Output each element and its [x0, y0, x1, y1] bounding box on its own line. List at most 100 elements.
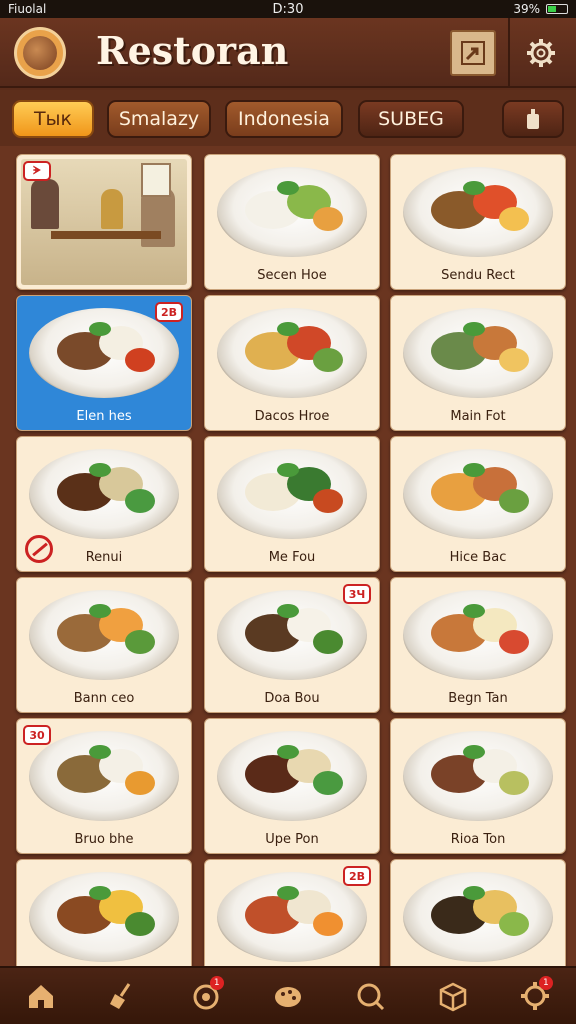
- menu-card[interactable]: Begn Tan: [390, 577, 566, 713]
- food-item: [463, 604, 485, 618]
- notification-dot: 1: [538, 976, 553, 990]
- header-divider: [508, 18, 510, 88]
- tab-more[interactable]: [502, 100, 564, 138]
- battery-icon: [546, 4, 568, 14]
- dish-name: Begn Tan: [448, 691, 508, 706]
- menu-card[interactable]: Hice Bac: [390, 436, 566, 572]
- food-plate: [403, 449, 553, 539]
- food-item: [313, 630, 343, 654]
- clock: D:30: [272, 1, 304, 17]
- dish-name: Bruo bhe: [74, 832, 134, 847]
- menu-grid: ᗘ Secen Hoe Sendu Rect 2B Elen hes Dacos Hroe…: [0, 146, 576, 966]
- nav-search-button[interactable]: [348, 974, 392, 1018]
- tab-0[interactable]: Tык: [12, 100, 94, 138]
- menu-card[interactable]: Main Fot: [390, 295, 566, 431]
- food-item: [499, 912, 529, 936]
- bottom-nav: 11: [0, 966, 576, 1024]
- dish-name: Elen hes: [76, 409, 132, 424]
- nav-camera-button[interactable]: 1: [184, 974, 228, 1018]
- food-item: [313, 348, 343, 372]
- food-item: [89, 886, 111, 900]
- menu-card[interactable]: 30 Bruo bhe: [16, 718, 192, 854]
- dish-name: Hice Bac: [449, 550, 507, 565]
- dish-name: Secen Hoe: [257, 268, 327, 283]
- menu-card[interactable]: 2B: [204, 859, 380, 966]
- food-plate: [29, 449, 179, 539]
- food-item: [89, 322, 111, 336]
- menu-card[interactable]: ᗘ: [16, 154, 192, 290]
- menu-card[interactable]: Rioa Ton: [390, 718, 566, 854]
- food-item: [499, 207, 529, 231]
- food-item: [313, 207, 343, 231]
- nav-broom-button[interactable]: [101, 974, 145, 1018]
- food-item: [277, 322, 299, 336]
- food-plate: [217, 308, 367, 398]
- food-item: [277, 604, 299, 618]
- menu-card[interactable]: Dacos Hroe: [204, 295, 380, 431]
- dish-name: Main Fot: [450, 409, 506, 424]
- dish-name: Upe Pon: [265, 832, 319, 847]
- food-item: [499, 348, 529, 372]
- menu-card[interactable]: Renui: [16, 436, 192, 572]
- dish-name: Rioa Ton: [450, 832, 506, 847]
- restaurant-logo[interactable]: [14, 27, 66, 79]
- dish-name: Bann ceo: [73, 691, 135, 706]
- food-plate: [217, 590, 367, 680]
- food-item: [463, 745, 485, 759]
- food-item: [125, 771, 155, 795]
- category-tabs: Tык Smalazy Indonesia SUBEG: [0, 90, 576, 146]
- food-item: [89, 604, 111, 618]
- food-plate: [29, 590, 179, 680]
- food-item: [463, 463, 485, 477]
- food-item: [277, 181, 299, 195]
- dish-name: Doa Bou: [264, 691, 320, 706]
- share-button[interactable]: [450, 30, 496, 76]
- app-header: Restoran: [0, 18, 576, 88]
- dish-name: Renui: [85, 550, 123, 565]
- tab-2[interactable]: Indonesia: [225, 100, 343, 138]
- price-badge: 3Ч: [343, 584, 371, 604]
- search-icon: [357, 983, 385, 1011]
- food-plate: [403, 731, 553, 821]
- food-plate: [217, 449, 367, 539]
- menu-card[interactable]: 2B Elen hes: [16, 295, 192, 431]
- nav-palette-button[interactable]: [266, 974, 310, 1018]
- food-plate: [29, 872, 179, 962]
- menu-card[interactable]: Saucou: [16, 859, 192, 966]
- food-plate: [29, 731, 179, 821]
- food-item: [313, 489, 343, 513]
- page-title: Restoran: [96, 28, 289, 73]
- food-item: [89, 745, 111, 759]
- food-item: [89, 463, 111, 477]
- price-badge: 30: [23, 725, 51, 745]
- menu-card[interactable]: Upe Pon: [204, 718, 380, 854]
- menu-card[interactable]: Sendu Rect: [390, 154, 566, 290]
- food-item: [313, 912, 343, 936]
- food-item: [499, 771, 529, 795]
- nav-box-button[interactable]: [431, 974, 475, 1018]
- menu-card[interactable]: Bann ceo: [16, 577, 192, 713]
- status-bar: Fiuolal D:30 39%: [0, 0, 576, 18]
- food-item: [463, 886, 485, 900]
- food-item: [499, 630, 529, 654]
- dish-name: Sendu Rect: [441, 268, 515, 283]
- food-plate: [403, 590, 553, 680]
- food-item: [277, 886, 299, 900]
- food-plate: [217, 167, 367, 257]
- food-item: [125, 630, 155, 654]
- nav-home-button[interactable]: [19, 974, 63, 1018]
- tab-3[interactable]: SUBEG: [358, 100, 464, 138]
- nav-gear-button[interactable]: 1: [513, 974, 557, 1018]
- food-item: [463, 181, 485, 195]
- food-item: [125, 348, 155, 372]
- food-plate: [403, 308, 553, 398]
- menu-card[interactable]: Me Fou: [204, 436, 380, 572]
- food-plate: [403, 167, 553, 257]
- menu-card[interactable]: Secen Hoe: [204, 154, 380, 290]
- settings-button[interactable]: [518, 30, 564, 76]
- tab-1[interactable]: Smalazy: [107, 100, 211, 138]
- price-badge: 2B: [155, 302, 183, 322]
- food-plate: [217, 872, 367, 962]
- menu-card[interactable]: Nolsuo: [390, 859, 566, 966]
- menu-card[interactable]: 3Ч Doa Bou: [204, 577, 380, 713]
